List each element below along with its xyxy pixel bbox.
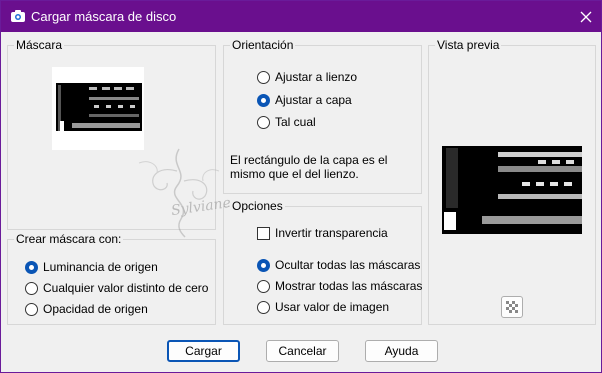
preview-image — [442, 146, 582, 234]
radio-source-luminance[interactable]: Luminancia de origen — [25, 260, 158, 274]
radio-label: Ocultar todas las máscaras — [275, 258, 421, 272]
create-mask-group-label: Crear máscara con: — [14, 232, 124, 246]
orientation-note: El rectángulo de la capa es el mismo que… — [230, 153, 387, 181]
checkerboard-icon — [506, 301, 518, 313]
orientation-note-line1: El rectángulo de la capa es el — [230, 153, 388, 167]
radio-indicator — [257, 300, 270, 314]
radio-label: Luminancia de origen — [43, 260, 158, 274]
checkbox-label: Invertir transparencia — [275, 226, 388, 240]
preview-group: Vista previa — [428, 38, 596, 325]
radio-indicator — [257, 93, 270, 107]
orientation-group-label: Orientación — [230, 38, 296, 52]
mask-group-label: Máscara — [14, 38, 65, 52]
radio-fit-canvas[interactable]: Ajustar a lienzo — [257, 70, 357, 84]
radio-label: Opacidad de origen — [43, 302, 148, 316]
radio-indicator — [257, 258, 270, 272]
watermark-flourish — [138, 148, 220, 238]
close-icon — [580, 11, 592, 22]
radio-show-all-masks[interactable]: Mostrar todas las máscaras — [257, 279, 422, 293]
radio-label: Tal cual — [275, 115, 316, 129]
options-group-label: Opciones — [230, 199, 285, 213]
checkbox-indicator — [257, 226, 270, 240]
mask-thumbnail-image — [52, 80, 144, 133]
cancel-button[interactable]: Cancelar — [266, 340, 339, 362]
radio-indicator — [257, 115, 270, 129]
preview-image-graphic — [442, 146, 582, 234]
create-mask-group: Crear máscara con: Luminancia de origen … — [7, 232, 216, 325]
camera-icon — [11, 10, 25, 22]
title-bar[interactable]: Cargar máscara de disco — [1, 1, 601, 32]
invert-transparency-checkbox[interactable]: Invertir transparencia — [257, 226, 388, 240]
load-button[interactable]: Cargar — [167, 340, 240, 362]
radio-any-nonzero[interactable]: Cualquier valor distinto de cero — [25, 281, 208, 295]
radio-fit-layer[interactable]: Ajustar a capa — [257, 93, 352, 107]
window-title: Cargar máscara de disco — [31, 9, 177, 24]
transparency-toggle-button[interactable] — [501, 296, 523, 318]
radio-hide-all-masks[interactable]: Ocultar todas las máscaras — [257, 258, 420, 272]
radio-label: Ajustar a lienzo — [275, 70, 358, 84]
close-button[interactable] — [571, 1, 601, 32]
dialog-window: Cargar máscara de disco Máscara Crear má… — [0, 0, 602, 373]
radio-source-opacity[interactable]: Opacidad de origen — [25, 302, 148, 316]
preview-group-label: Vista previa — [435, 38, 502, 52]
orientation-note-line2: mismo que el del lienzo. — [230, 167, 359, 181]
orientation-group: Orientación Ajustar a lienzo Ajustar a c… — [223, 38, 422, 194]
radio-as-is[interactable]: Tal cual — [257, 115, 316, 129]
radio-indicator — [25, 302, 38, 316]
radio-indicator — [25, 260, 38, 274]
help-button[interactable]: Ayuda — [365, 340, 438, 362]
watermark: Sylviane — [129, 141, 232, 241]
radio-label: Usar valor de imagen — [275, 300, 390, 314]
radio-indicator — [257, 70, 270, 84]
options-group: Opciones Invertir transparencia Ocultar … — [223, 199, 422, 325]
radio-indicator — [257, 279, 270, 293]
radio-use-image-value[interactable]: Usar valor de imagen — [257, 300, 389, 314]
radio-label: Cualquier valor distinto de cero — [43, 281, 209, 295]
radio-label: Ajustar a capa — [275, 93, 352, 107]
radio-indicator — [25, 281, 38, 295]
mask-thumbnail[interactable] — [52, 67, 144, 150]
radio-label: Mostrar todas las máscaras — [275, 279, 423, 293]
